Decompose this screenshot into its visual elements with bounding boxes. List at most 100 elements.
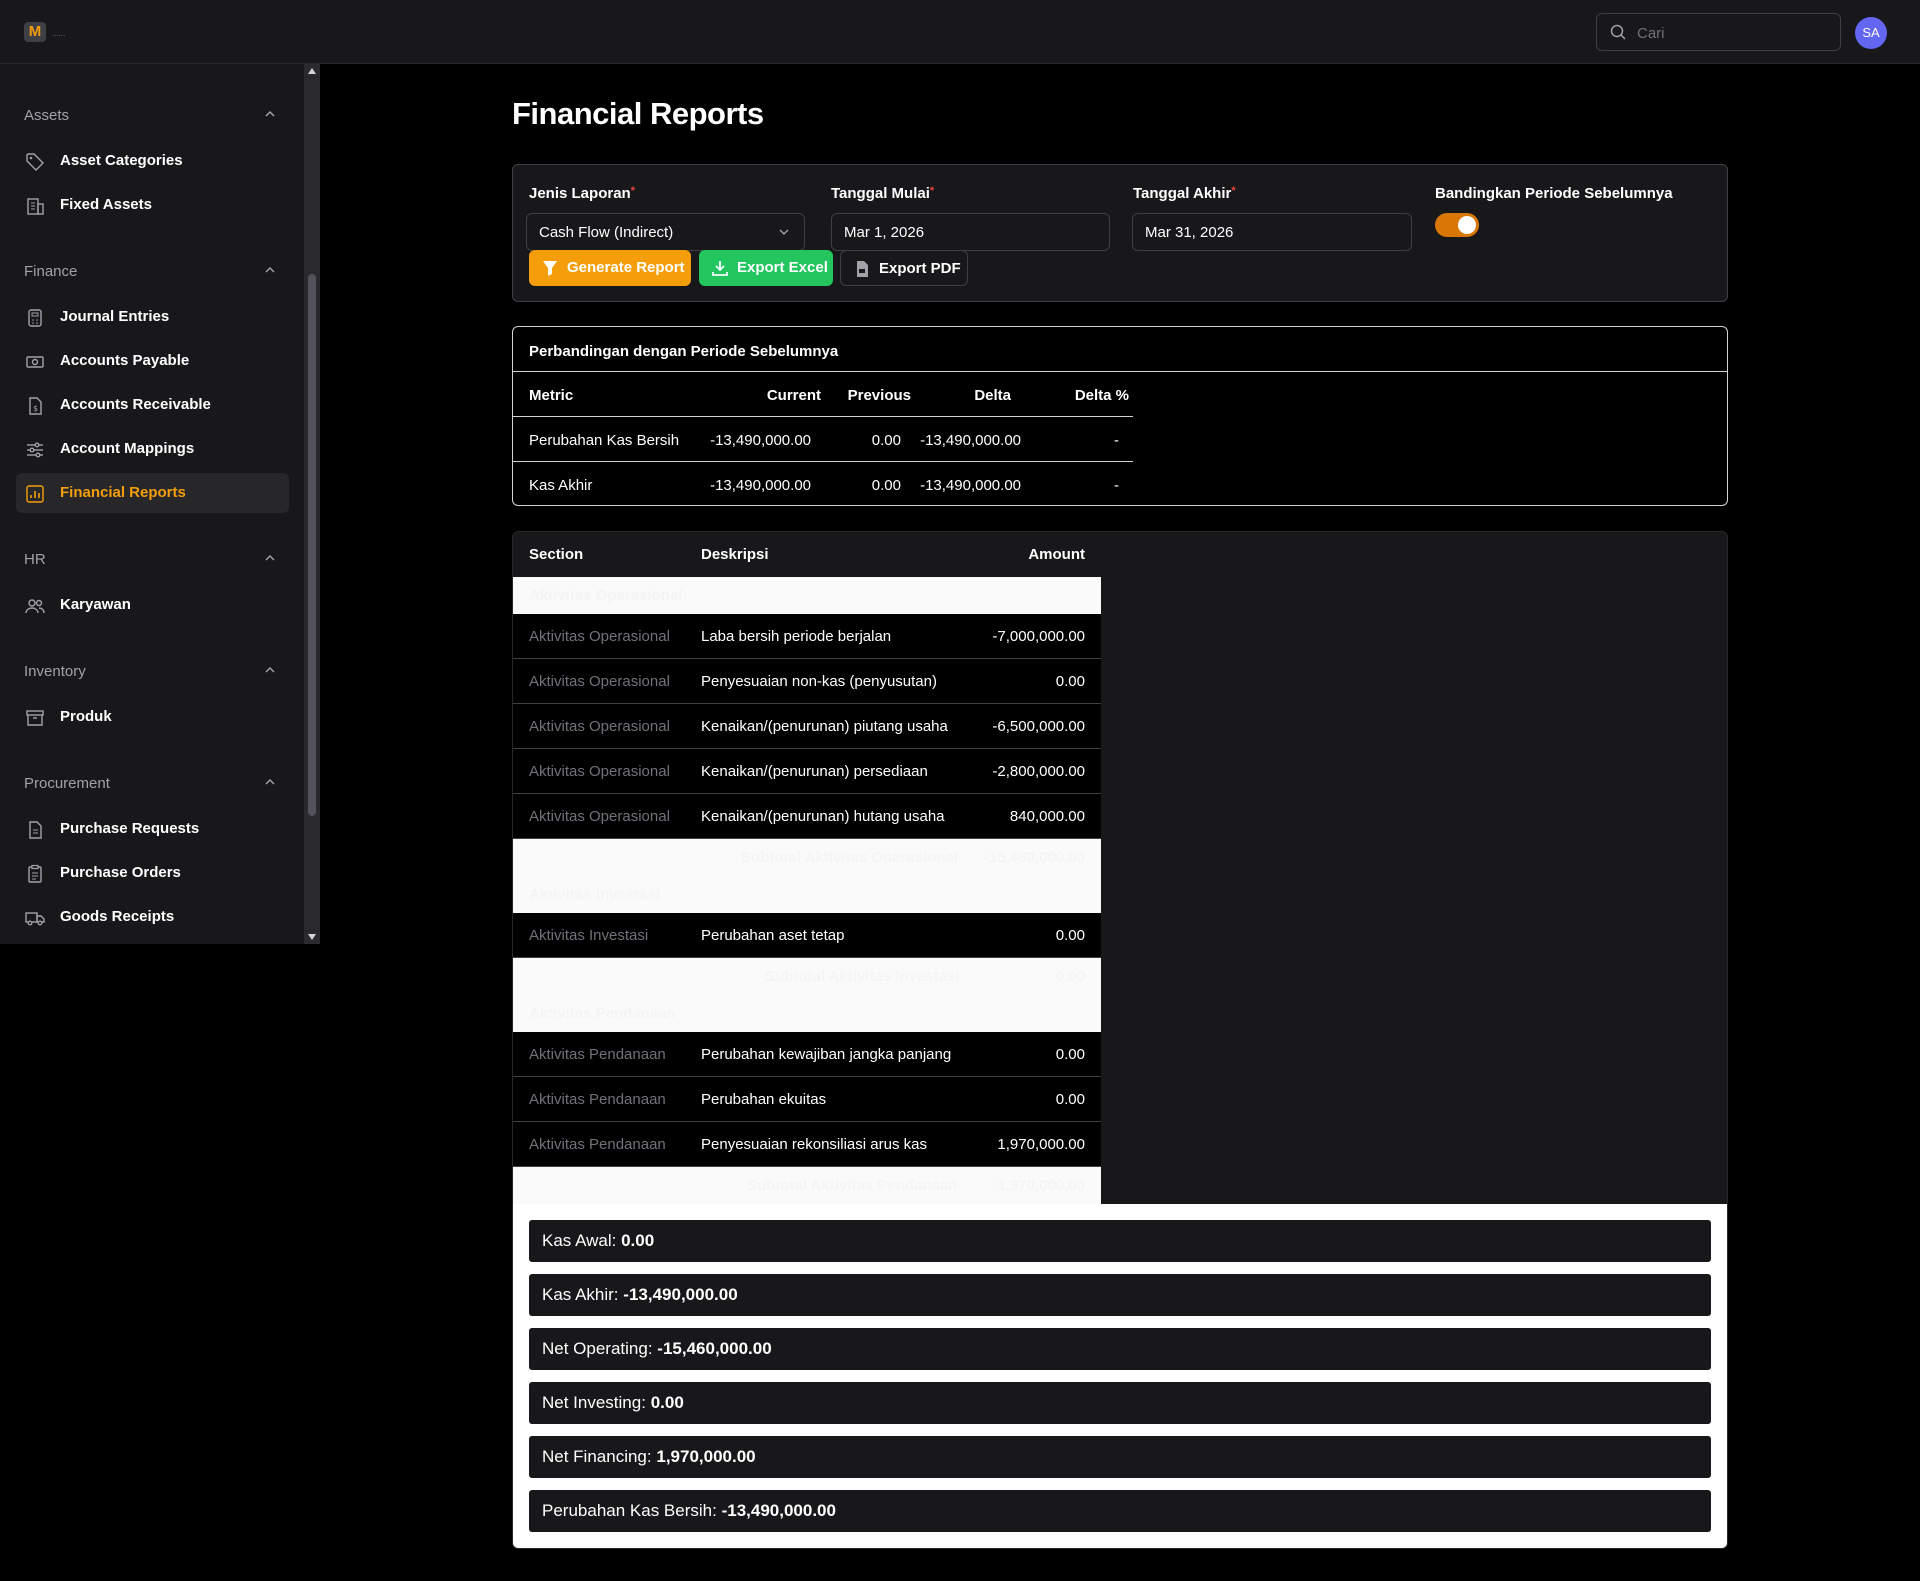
export-excel-button[interactable]: Export Excel [699, 250, 833, 286]
table-row: Aktivitas Operasional Laba bersih period… [513, 614, 1101, 659]
section-label: Aktivitas Investasi [529, 886, 660, 903]
chevron-up-icon[interactable] [264, 110, 276, 118]
sidebar-item-purchase-requests[interactable]: Purchase Requests [16, 809, 289, 849]
sidebar-item-label: Account Mappings [60, 440, 195, 457]
file-icon [29, 821, 42, 839]
end-date-value: Mar 31, 2026 [1145, 224, 1234, 241]
banknote-icon [26, 356, 44, 368]
sidebar-item-produk[interactable]: Produk [16, 697, 289, 737]
section-row: Aktivitas Operasional [513, 577, 1101, 614]
sidebar-item-goods-receipts[interactable]: Goods Receipts [16, 897, 289, 937]
archive-icon [26, 710, 44, 726]
sidebar-group-inventory[interactable]: Inventory [24, 663, 86, 680]
report-filter-card: Jenis Laporan* Cash Flow (Indirect) Tang… [512, 164, 1728, 302]
sidebar-item-label: Karyawan [60, 596, 131, 613]
report-card: Section Deskripsi Amount Aktivitas Opera… [512, 531, 1728, 1549]
export-pdf-button[interactable]: Export PDF [840, 250, 968, 286]
subtotal-amount: -15,460,000.00 [984, 849, 1085, 866]
sidebar-item-account-mappings[interactable]: Account Mappings [16, 429, 289, 469]
start-date-value: Mar 1, 2026 [844, 224, 925, 241]
document-icon [857, 261, 868, 277]
sidebar-group-finance[interactable]: Finance [24, 263, 77, 280]
cash-summary: Kas Awal: 0.00 Kas Akhir: -13,490,000.00… [513, 1204, 1727, 1548]
chevron-up-icon[interactable] [264, 554, 276, 562]
clipboard-icon [28, 864, 42, 883]
table-cell-section: Aktivitas Pendanaan [529, 1046, 666, 1063]
comparison-card: Perbandingan dengan Periode Sebelumnya M… [512, 326, 1728, 506]
chevron-up-icon[interactable] [264, 778, 276, 786]
chevron-up-icon[interactable] [264, 266, 276, 274]
chevron-up-icon[interactable] [264, 666, 276, 674]
user-avatar[interactable]: SA [1855, 17, 1887, 49]
table-cell-description: Kenaikan/(penurunan) piutang usaha [701, 718, 948, 735]
subtotal-label: Subtotal Aktivitas Operasional [741, 849, 958, 866]
compare-previous-toggle[interactable] [1435, 213, 1479, 237]
toggle-knob [1458, 216, 1476, 234]
column-header: Metric [529, 387, 574, 404]
sidebar-item-karyawan[interactable]: Karyawan [16, 585, 289, 625]
table-cell-description: Kenaikan/(penurunan) hutang usaha [701, 808, 945, 825]
start-date-input[interactable]: Mar 1, 2026 [831, 213, 1110, 251]
summary-value: -15,460,000.00 [657, 1339, 772, 1358]
app-logo[interactable]: M [24, 22, 46, 42]
subtotal-amount: 1,970,000.00 [997, 1177, 1085, 1194]
table-row: Aktivitas Investasi Perubahan aset tetap… [513, 913, 1101, 958]
sidebar-item-purchase-orders[interactable]: Purchase Orders [16, 853, 289, 893]
sidebar-item-accounts-payable[interactable]: Accounts Payable [16, 341, 289, 381]
summary-label: Kas Awal: [542, 1231, 617, 1250]
table-cell-section: Aktivitas Operasional [529, 628, 670, 645]
table-row: Aktivitas Pendanaan Perubahan kewajiban … [513, 1032, 1101, 1077]
summary-label: Net Investing: [542, 1393, 646, 1412]
summary-value: 0.00 [621, 1231, 655, 1250]
building-icon [27, 198, 44, 215]
svg-text:$: $ [33, 404, 38, 413]
summary-label: Perubahan Kas Bersih: [542, 1501, 717, 1520]
generate-report-button[interactable]: Generate Report [529, 250, 691, 286]
table-cell-section: Aktivitas Operasional [529, 808, 670, 825]
sidebar-group-hr[interactable]: HR [24, 551, 46, 568]
table-cell-description: Perubahan ekuitas [701, 1091, 827, 1108]
top-bar: M ...... SA [0, 0, 1920, 64]
sidebar-item-accounts-receivable[interactable]: $ Accounts Receivable [16, 385, 289, 425]
filter-icon [543, 261, 557, 276]
table-cell-description: Perubahan kewajiban jangka panjang [701, 1046, 952, 1063]
sidebar-item-label: Produk [60, 708, 112, 725]
scrollbar-thumb[interactable] [308, 274, 316, 816]
divider [513, 371, 1727, 372]
divider [513, 461, 1133, 462]
table-cell-section: Aktivitas Operasional [529, 718, 670, 735]
tag-icon [26, 153, 44, 171]
sidebar-scrollbar[interactable] [304, 64, 320, 944]
table-cell-description: Penyesuaian non-kas (penyusutan) [701, 673, 937, 690]
scroll-up-arrow-icon[interactable] [308, 68, 316, 74]
sidebar-group-procurement[interactable]: Procurement [24, 775, 110, 792]
sidebar-group-assets[interactable]: Assets [24, 107, 69, 124]
sidebar-item-financial-reports[interactable]: Financial Reports [16, 473, 289, 513]
table-cell-metric: Kas Akhir [529, 477, 593, 494]
table-row: Aktivitas Operasional Kenaikan/(penuruna… [513, 704, 1101, 749]
search-box[interactable] [1596, 13, 1841, 51]
sidebar-item-fixed-assets[interactable]: Fixed Assets [16, 185, 289, 225]
table-cell-section: Aktivitas Pendanaan [529, 1136, 666, 1153]
column-header: Delta [974, 387, 1011, 404]
scroll-down-arrow-icon[interactable] [308, 934, 316, 940]
column-header: Delta % [1074, 387, 1129, 404]
receipt-icon: $ [29, 397, 42, 415]
sidebar-item-asset-categories[interactable]: Asset Categories [16, 141, 289, 181]
report-type-select[interactable]: Cash Flow (Indirect) [526, 213, 805, 251]
table-cell-amount: -7,000,000.00 [992, 628, 1085, 645]
end-date-input[interactable]: Mar 31, 2026 [1132, 213, 1412, 251]
sidebar-item-journal-entries[interactable]: Journal Entries [16, 297, 289, 337]
search-input[interactable] [1637, 22, 1827, 44]
summary-value: 1,970,000.00 [656, 1447, 756, 1466]
column-header: Previous [847, 387, 911, 404]
table-cell-current: -13,490,000.00 [710, 477, 811, 494]
subtotal-label: Subtotal Aktivitas Investasi [765, 968, 960, 985]
sliders-icon [27, 442, 43, 458]
chart-icon [26, 485, 44, 503]
table-cell-amount: 0.00 [1055, 1091, 1085, 1108]
sidebar-item-label: Purchase Requests [60, 820, 200, 837]
summary-value: -13,490,000.00 [721, 1501, 836, 1520]
end-date-label: Tanggal Akhir* [1133, 185, 1236, 202]
section-row: Aktivitas Investasi [513, 876, 1101, 913]
